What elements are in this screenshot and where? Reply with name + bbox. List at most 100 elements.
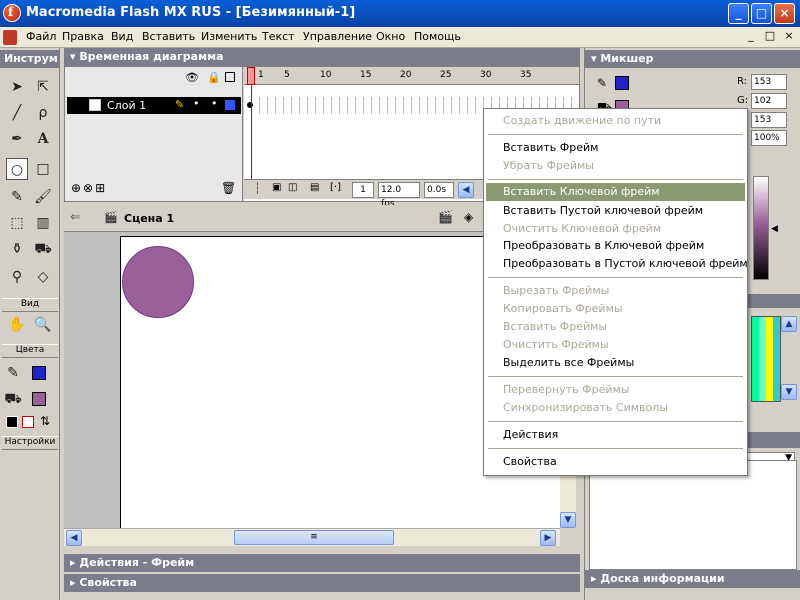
minimize-button[interactable]: _ [728,3,749,24]
alpha-value[interactable]: 100% [751,130,787,146]
scroll-left-icon[interactable]: ◀ [66,530,82,546]
rectangle-icon[interactable]: □ [32,158,54,180]
trash-icon[interactable]: 🗑 [221,181,236,195]
playhead[interactable] [247,67,255,85]
ctx-convert-to-keyframe[interactable]: Преобразовать в Ключевой фрейм [486,237,745,255]
add-layer-icon[interactable]: ⊕⊗⊞ [71,181,107,195]
onion-markers-icon[interactable]: [·] [330,182,341,193]
circle-shape[interactable] [122,246,194,318]
eraser-icon[interactable]: ◇ [32,266,54,288]
menu-control[interactable]: Управление [303,30,372,43]
brush-icon[interactable]: 🖌 [32,186,54,208]
ctx-copy-frames[interactable]: Копировать Фреймы [486,300,745,318]
horizontal-scroll-thumb[interactable]: ≡ [234,530,394,545]
mixer-stroke-swatch[interactable] [615,76,629,90]
color-palette[interactable] [751,316,781,402]
onion-outline-icon[interactable]: ◫ [288,182,297,193]
layer-outline-color[interactable] [225,100,235,110]
red-value[interactable]: 153 [751,74,787,90]
no-color-icon[interactable] [22,416,34,428]
ctx-paste-frames[interactable]: Вставить Фреймы [486,318,745,336]
text-icon[interactable]: A [32,128,54,150]
properties-panel-header[interactable]: ▸ Свойства [64,574,580,592]
layer-row[interactable]: Слой 1 ✎ • • [67,97,241,114]
ink-bottle-icon[interactable]: ⚱ [6,238,28,260]
oval-icon[interactable]: ○ [6,158,28,180]
timeline-header[interactable]: ▾ Временная диаграмма [64,48,580,66]
ctx-synchronize-symbols[interactable]: Синхронизировать Символы [486,399,745,417]
info-board-header[interactable]: ▸ Доска информации [585,570,800,588]
zoom-icon[interactable]: 🔍 [32,314,54,336]
palette-scroll-down-icon[interactable]: ▼ [781,384,797,400]
ctx-remove-frames[interactable]: Убрать Фреймы [486,157,745,175]
ctx-create-motion-guide[interactable]: Создать движение по пути [486,112,745,130]
lock-dot-icon[interactable]: • [211,97,218,110]
pencil-icon[interactable]: ✎ [6,186,28,208]
scroll-left-icon[interactable]: ◀ [458,182,474,198]
green-value[interactable]: 102 [751,93,787,109]
ctx-insert-frame[interactable]: Вставить Фрейм [486,139,745,157]
line-icon[interactable]: ╱ [6,102,28,124]
fill-color-swatch[interactable] [32,392,46,406]
menu-help[interactable]: Помощь [414,30,461,43]
onion-skin-icon[interactable]: ▣ [272,182,281,193]
paint-bucket-icon[interactable]: ⛟ [32,238,54,260]
lasso-icon[interactable]: ρ [32,102,54,124]
default-colors-icon[interactable] [6,416,18,428]
ctx-clear-keyframe[interactable]: Очистить Ключевой фрейм [486,220,745,238]
lock-icon[interactable]: 🔒 [207,71,221,84]
frame-number: 15 [360,70,372,80]
eyedropper-icon[interactable]: ⚲ [6,266,28,288]
document-icon[interactable] [3,30,17,45]
component-list[interactable] [589,460,797,570]
ctx-select-all-frames[interactable]: Выделить все Фреймы [486,354,745,372]
mixer-header[interactable]: ▾ Микшер [585,50,800,68]
stroke-color-swatch[interactable] [32,366,46,380]
scroll-right-icon[interactable]: ▶ [540,530,556,546]
actions-panel-header[interactable]: ▸ Действия - Фрейм [64,554,580,572]
fill-transform-icon[interactable]: ▥ [32,212,54,234]
scene-name[interactable]: Сцена 1 [124,212,174,225]
menu-text[interactable]: Текст [262,30,295,43]
ctx-reverse-frames[interactable]: Перевернуть Фреймы [486,381,745,399]
menu-edit[interactable]: Правка [62,30,104,43]
menu-view[interactable]: Вид [111,30,133,43]
blue-value[interactable]: 153 [751,112,787,128]
outline-icon[interactable] [225,72,235,82]
show-hide-icon[interactable]: 👁 [185,71,199,84]
slider-pointer-icon[interactable]: ◀ [771,224,778,234]
center-frame-icon[interactable]: ┆ [254,182,261,195]
free-transform-icon[interactable]: ⬚ [6,212,28,234]
ctx-cut-frames[interactable]: Вырезать Фреймы [486,282,745,300]
doc-close-button[interactable]: × [782,29,796,44]
menu-window[interactable]: Окно [376,30,405,43]
subselect-icon[interactable]: ⇱ [32,76,54,98]
arrow-icon[interactable]: ➤ [6,76,28,98]
doc-restore-button[interactable]: □ [763,29,777,44]
edit-symbol-icon[interactable]: ◈ [464,210,473,224]
maximize-button[interactable]: □ [751,3,772,24]
ctx-insert-keyframe[interactable]: Вставить Ключевой фрейм [486,183,745,201]
ctx-convert-to-blank-keyframe[interactable]: Преобразовать в Пустой ключевой фрейм [486,255,748,273]
close-button[interactable]: × [774,3,795,24]
scroll-down-icon[interactable]: ▼ [560,512,576,528]
menu-file[interactable]: Файл [26,30,56,43]
ctx-properties[interactable]: Свойства [486,453,745,471]
doc-minimize-button[interactable]: _ [744,29,758,44]
ctx-insert-blank-keyframe[interactable]: Вставить Пустой ключевой фрейм [486,202,745,220]
pen-icon[interactable]: ✒ [6,128,28,150]
menu-insert[interactable]: Вставить [142,30,195,43]
hand-icon[interactable]: ✋ [6,314,28,336]
layer-name[interactable]: Слой 1 [107,99,146,112]
horizontal-scrollbar[interactable]: ◀ ≡ ▶ [64,528,560,546]
edit-scene-icon[interactable]: 🎬 [438,210,453,224]
visible-dot-icon[interactable]: • [193,97,200,110]
brightness-slider[interactable] [753,176,769,280]
ctx-clear-frames[interactable]: Очистить Фреймы [486,336,745,354]
palette-scroll-up-icon[interactable]: ▲ [781,316,797,332]
menu-modify[interactable]: Изменить [201,30,257,43]
swap-colors-icon[interactable]: ⇅ [40,414,50,428]
edit-multiple-icon[interactable]: ▤ [310,182,319,193]
back-arrow-icon[interactable]: ⇐ [70,210,81,225]
ctx-actions[interactable]: Действия [486,426,745,444]
